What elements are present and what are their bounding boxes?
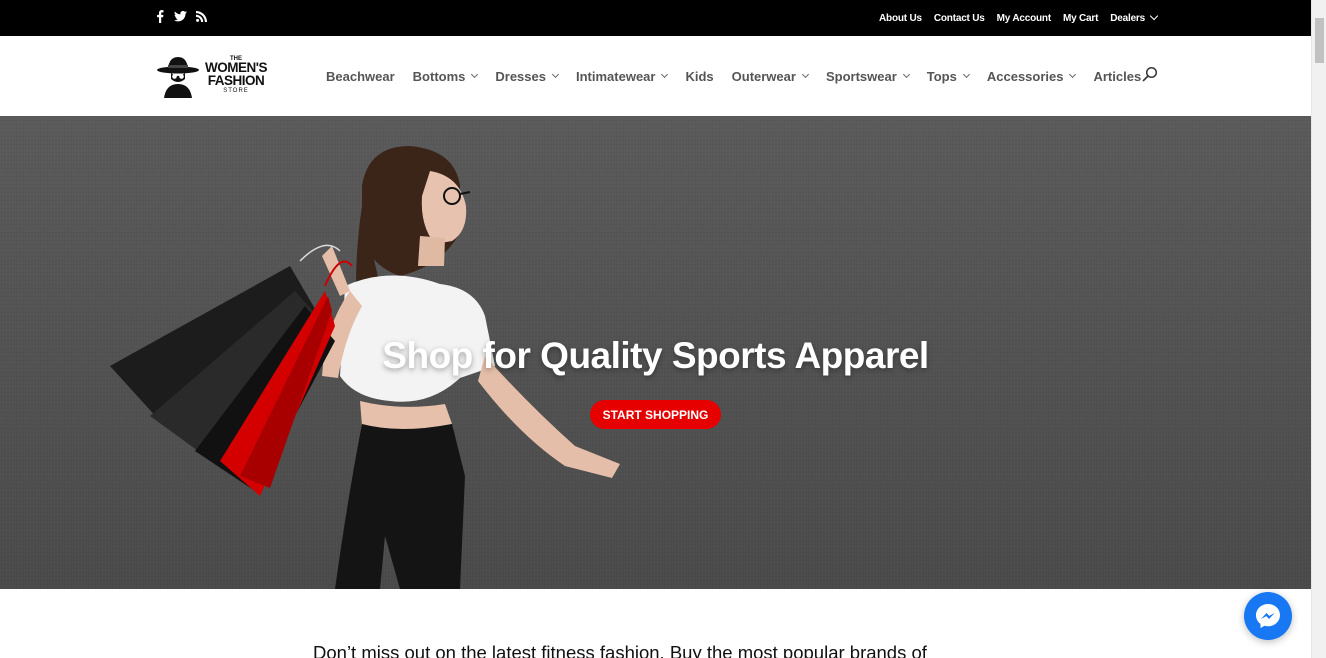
- my-cart-link[interactable]: My Cart: [1063, 13, 1098, 24]
- nav-item-label: Kids: [685, 68, 714, 84]
- chevron-down-icon: [962, 70, 970, 79]
- nav-item-intimatewear[interactable]: Intimatewear: [575, 68, 669, 84]
- chevron-down-icon: [902, 70, 910, 79]
- logo-fashion: FASHION: [207, 72, 265, 88]
- messenger-icon: [1256, 604, 1280, 628]
- twitter-icon[interactable]: [174, 9, 187, 23]
- social-links: [153, 9, 208, 23]
- dealers-label: Dealers: [1110, 12, 1145, 24]
- scrollbar-thumb[interactable]: [1315, 18, 1324, 63]
- chevron-down-icon: [551, 70, 560, 79]
- chevron-down-icon: [661, 70, 669, 79]
- about-us-link[interactable]: About Us: [879, 13, 922, 24]
- nav-item-label: Intimatewear: [575, 68, 656, 84]
- nav-item-label: Outerwear: [731, 68, 796, 84]
- nav-item-dresses[interactable]: Dresses: [495, 68, 560, 84]
- start-shopping-button[interactable]: START SHOPPING: [590, 400, 721, 429]
- nav-item-label: Beachwear: [326, 68, 395, 84]
- nav-item-kids[interactable]: Kids: [685, 69, 713, 84]
- nav-item-beachwear[interactable]: Beachwear: [326, 69, 395, 84]
- site-header: THE WOMEN'S FASHION STORE Beachwear Bott…: [0, 36, 1311, 116]
- nav-item-tops[interactable]: Tops: [926, 68, 970, 84]
- chevron-down-icon: [801, 70, 809, 79]
- nav-item-articles[interactable]: Articles: [1093, 69, 1141, 84]
- logo-store: STORE: [223, 87, 249, 94]
- nav-item-accessories[interactable]: Accessories: [986, 68, 1077, 84]
- my-account-link[interactable]: My Account: [997, 13, 1052, 24]
- nav-item-label: Dresses: [495, 68, 546, 84]
- nav-item-label: Articles: [1093, 68, 1142, 84]
- chevron-down-icon: [471, 70, 479, 79]
- messenger-chat-button[interactable]: [1244, 592, 1292, 640]
- nav-item-bottoms[interactable]: Bottoms: [412, 68, 479, 84]
- contact-us-link[interactable]: Contact Us: [934, 13, 985, 24]
- chevron-down-icon: [1069, 70, 1077, 79]
- logo-hat-icon: [157, 57, 199, 98]
- nav-item-label: Accessories: [986, 68, 1064, 84]
- nav-item-outerwear[interactable]: Outerwear: [731, 68, 809, 84]
- dealers-menu[interactable]: Dealers: [1110, 11, 1159, 24]
- top-bar: About Us Contact Us My Account My Cart D…: [0, 0, 1311, 36]
- hero-banner: Shop for Quality Sports Apparel START SH…: [0, 116, 1311, 589]
- facebook-icon[interactable]: [153, 9, 166, 23]
- top-links: About Us Contact Us My Account My Cart D…: [879, 0, 1159, 36]
- page-scrollbar[interactable]: [1311, 0, 1326, 658]
- nav-item-label: Bottoms: [412, 68, 466, 84]
- nav-item-sportswear[interactable]: Sportswear: [825, 68, 910, 84]
- nav-item-label: Tops: [926, 68, 957, 84]
- chevron-down-icon: [1149, 11, 1159, 21]
- site-logo[interactable]: THE WOMEN'S FASHION STORE: [156, 54, 272, 98]
- hero-title: Shop for Quality Sports Apparel: [382, 335, 929, 376]
- main-nav: Beachwear Bottoms Dresses Intimatewear K…: [326, 36, 1159, 116]
- intro-paragraph: Don’t miss out on the latest fitness fas…: [313, 642, 927, 658]
- rss-icon[interactable]: [195, 9, 208, 23]
- search-icon[interactable]: [1142, 66, 1158, 82]
- logo-wordmark: THE WOMEN'S FASHION STORE: [198, 56, 274, 94]
- nav-item-label: Sportswear: [825, 68, 897, 84]
